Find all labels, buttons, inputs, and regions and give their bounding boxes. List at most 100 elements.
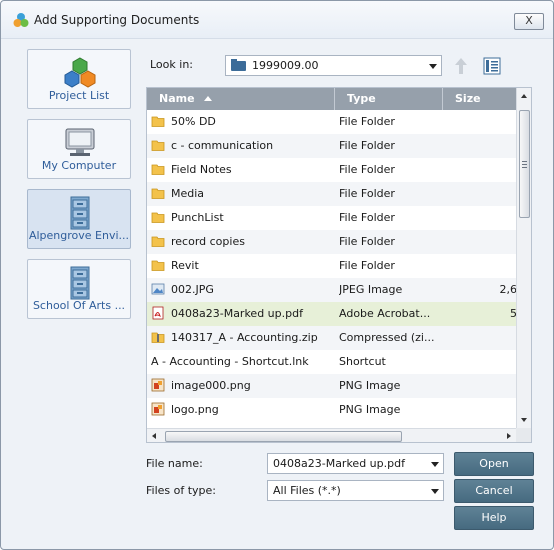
column-header-name[interactable]: Name [147, 88, 335, 110]
file-size-cell [447, 350, 517, 374]
file-size-cell [447, 398, 517, 422]
look-in-dropdown[interactable]: 1999009.00 [225, 55, 442, 76]
vertical-scrollbar[interactable] [516, 88, 531, 428]
place-alpengrove[interactable]: Alpengrove Envi... [27, 189, 131, 249]
folder-icon [151, 185, 165, 199]
file-name-cell: 002.JPG [151, 278, 335, 302]
file-size-cell [447, 158, 517, 182]
view-menu-icon[interactable] [483, 57, 501, 75]
scroll-right-arrow-icon[interactable] [507, 433, 511, 439]
grip-line [522, 167, 527, 168]
title-bar: Add Supporting Documents X [1, 1, 553, 39]
file-type-cell: PNG Image [339, 403, 401, 416]
file-size-cell [447, 326, 517, 350]
column-type-label: Type [347, 92, 376, 105]
file-type-cell: PNG Image [339, 379, 401, 392]
file-row[interactable]: image000.png PNG Image [147, 374, 517, 398]
place-label: Alpengrove Envi... [28, 229, 130, 242]
file-name-cell: A - Accounting - Shortcut.lnk [151, 350, 335, 374]
file-name-cell: 50% DD [151, 110, 335, 134]
file-name-text: A - Accounting - Shortcut.lnk [151, 355, 309, 368]
file-row[interactable]: 140317_A - Accounting.zip Compressed (zi.… [147, 326, 517, 350]
file-size-cell [447, 182, 517, 206]
vertical-scroll-thumb[interactable] [519, 110, 530, 218]
file-row[interactable]: 0408a23-Marked up.pdf Adobe Acrobat... 5 [147, 302, 517, 326]
file-name-cell: Field Notes [151, 158, 335, 182]
folder-icon [151, 161, 165, 175]
file-type-cell: File Folder [339, 139, 395, 152]
file-name-field[interactable]: 0408a23-Marked up.pdf [267, 453, 444, 474]
chevron-down-icon[interactable] [431, 462, 439, 467]
file-row[interactable]: 002.JPG JPEG Image 2,6 [147, 278, 517, 302]
file-size-cell: 5 [510, 307, 517, 320]
scroll-down-arrow-icon[interactable] [521, 418, 527, 422]
files-of-type-dropdown[interactable]: All Files (*.*) [267, 480, 444, 501]
file-list-header: Name Type Size [147, 88, 517, 110]
file-type-cell: File Folder [339, 163, 395, 176]
file-name-cell: 0408a23-Marked up.pdf [151, 302, 335, 326]
file-cabinet-icon [70, 266, 90, 300]
file-row[interactable]: Revit File Folder [147, 254, 517, 278]
chevron-down-icon [431, 489, 439, 494]
folder-icon [151, 209, 165, 223]
file-name-text: 0408a23-Marked up.pdf [171, 307, 303, 320]
file-name-cell: image000.png [151, 374, 335, 398]
file-row[interactable]: Field Notes File Folder [147, 158, 517, 182]
folder-icon [151, 137, 165, 151]
file-row[interactable]: 50% DD File Folder [147, 110, 517, 134]
scroll-up-arrow-icon[interactable] [521, 94, 527, 98]
file-row[interactable]: Media File Folder [147, 182, 517, 206]
image-icon [151, 281, 165, 295]
open-button[interactable]: Open [454, 452, 534, 476]
horizontal-scroll-thumb[interactable] [165, 431, 402, 442]
file-type-cell: Compressed (zi... [339, 331, 435, 344]
file-name-text: record copies [171, 235, 245, 248]
file-size-cell [447, 206, 517, 230]
horizontal-scrollbar[interactable] [147, 428, 517, 442]
place-my-computer[interactable]: My Computer [27, 119, 131, 179]
file-row[interactable]: c - communication File Folder [147, 134, 517, 158]
png-icon [151, 377, 165, 392]
zip-icon [151, 329, 165, 343]
hexagon-cluster-icon [64, 57, 96, 88]
column-header-type[interactable]: Type [335, 88, 443, 110]
scroll-left-arrow-icon[interactable] [152, 433, 156, 439]
column-header-size[interactable]: Size [443, 88, 517, 110]
file-name-cell: c - communication [151, 134, 335, 158]
add-supporting-documents-dialog: Add Supporting Documents X Project List … [0, 0, 554, 550]
file-type-cell: File Folder [339, 235, 395, 248]
file-name-cell: logo.png [151, 398, 335, 422]
file-name-text: logo.png [171, 403, 219, 416]
column-name-label: Name [159, 92, 195, 105]
file-type-cell: Shortcut [339, 355, 386, 368]
scrollbar-corner [516, 428, 531, 442]
file-row[interactable]: record copies File Folder [147, 230, 517, 254]
file-size-cell [447, 134, 517, 158]
window-title: Add Supporting Documents [34, 13, 200, 27]
cancel-button[interactable]: Cancel [454, 479, 534, 503]
grip-line [522, 161, 527, 162]
file-row[interactable]: PunchList File Folder [147, 206, 517, 230]
file-type-cell: File Folder [339, 211, 395, 224]
file-list[interactable]: Name Type Size 50% DD File Folder c - comm… [146, 87, 532, 443]
place-project-list[interactable]: Project List [27, 49, 131, 109]
close-button[interactable]: X [514, 13, 544, 30]
file-name-label: File name: [146, 457, 203, 470]
look-in-value: 1999009.00 [252, 59, 319, 72]
file-row[interactable]: logo.png PNG Image [147, 398, 517, 422]
help-button[interactable]: Help [454, 506, 534, 530]
file-name-text: image000.png [171, 379, 251, 392]
file-name-text: Media [171, 187, 205, 200]
up-folder-icon[interactable] [452, 56, 470, 76]
file-name-text: Revit [171, 259, 199, 272]
file-name-text: Field Notes [171, 163, 232, 176]
file-type-cell: File Folder [339, 187, 395, 200]
file-name-cell: PunchList [151, 206, 335, 230]
file-size-cell [447, 230, 517, 254]
file-name-text: 002.JPG [171, 283, 214, 296]
file-row[interactable]: A - Accounting - Shortcut.lnk Shortcut [147, 350, 517, 374]
folder-icon [151, 257, 165, 271]
place-school-of-arts[interactable]: School Of Arts ... [27, 259, 131, 319]
file-name-value: 0408a23-Marked up.pdf [273, 457, 405, 470]
file-name-text: PunchList [171, 211, 224, 224]
